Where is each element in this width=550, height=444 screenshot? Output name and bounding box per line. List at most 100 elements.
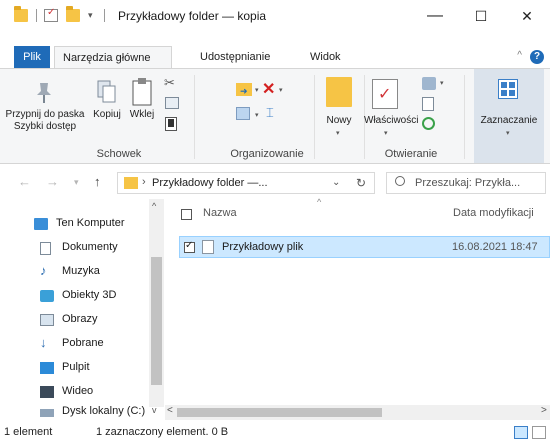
- music-icon: ♪: [40, 263, 47, 278]
- folder-icon[interactable]: [14, 6, 28, 22]
- drive-icon: [40, 409, 54, 417]
- item-count: 1 element: [4, 426, 53, 438]
- row-checkbox[interactable]: [184, 240, 195, 253]
- paste-icon[interactable]: [130, 77, 154, 107]
- back-icon[interactable]: ←: [18, 174, 31, 189]
- nav-item-label: Obrazy: [62, 313, 98, 325]
- nav-item-3d-objects[interactable]: Obiekty 3D: [0, 285, 148, 307]
- tab-file[interactable]: Plik: [14, 46, 50, 68]
- address-row: ← → ▾ ↑ › Przykładowy folder —... ⌄ ↻ Pr…: [0, 168, 550, 198]
- pin-quick-access-label-2[interactable]: Szybki dostęp: [4, 121, 86, 133]
- address-bar[interactable]: › Przykładowy folder —... ⌄ ↻: [117, 172, 375, 194]
- collapse-ribbon-icon[interactable]: ^: [517, 50, 522, 61]
- pin-quick-access-label[interactable]: Przypnij do paska: [4, 109, 86, 121]
- copy-to-icon[interactable]: [236, 107, 250, 120]
- select-grid-icon[interactable]: [498, 79, 518, 99]
- select-button[interactable]: Zaznaczanie: [474, 115, 544, 127]
- nav-item-downloads[interactable]: ↓ Pobrane: [0, 333, 148, 355]
- quick-access-dropdown-icon[interactable]: ▾: [88, 10, 93, 21]
- new-folder-icon[interactable]: [66, 6, 80, 22]
- history-icon[interactable]: [422, 117, 435, 130]
- tab-home[interactable]: Narzędzia główne: [54, 46, 172, 68]
- up-icon[interactable]: ↑: [94, 174, 101, 189]
- scroll-up-icon[interactable]: ^: [152, 201, 156, 211]
- large-icons-view-icon[interactable]: [532, 426, 546, 439]
- select-dropdown-icon[interactable]: ▾: [506, 129, 510, 137]
- nav-item-video[interactable]: Wideo: [0, 381, 148, 403]
- scrollbar-thumb[interactable]: [151, 257, 162, 385]
- paste-shortcut-icon[interactable]: [165, 117, 177, 131]
- navigation-pane: Ten Komputer Dokumenty ♪ Muzyka Obiekty …: [0, 199, 164, 407]
- scrollbar-thumb[interactable]: [177, 408, 382, 417]
- maximize-button[interactable]: ☐: [458, 0, 504, 32]
- close-button[interactable]: ✕: [504, 0, 550, 32]
- folder-icon: [124, 177, 138, 189]
- move-to-icon[interactable]: ➜: [236, 83, 252, 96]
- copy-icon[interactable]: [96, 79, 118, 105]
- delete-icon[interactable]: ✕: [262, 79, 275, 99]
- nav-item-label: Obiekty 3D: [62, 289, 117, 301]
- recent-dropdown-icon[interactable]: ▾: [74, 177, 79, 188]
- column-name[interactable]: Nazwa: [203, 207, 237, 219]
- nav-item-label: Wideo: [62, 385, 94, 397]
- table-row[interactable]: Przykładowy plik 16.08.2021 18:47: [179, 236, 550, 258]
- forward-icon[interactable]: →: [46, 174, 59, 189]
- scroll-right-icon[interactable]: >: [541, 405, 547, 416]
- properties-button[interactable]: Właściwości: [364, 115, 418, 127]
- sort-ascending-icon: ^: [317, 197, 322, 207]
- properties-icon[interactable]: ✓: [372, 79, 398, 109]
- tab-share[interactable]: Udostępnianie: [192, 46, 278, 68]
- minimize-button[interactable]: —: [412, 0, 458, 32]
- file-icon: [202, 240, 214, 254]
- nav-scrollbar[interactable]: ^: [149, 199, 164, 407]
- tab-view[interactable]: Widok: [302, 46, 349, 68]
- rename-icon[interactable]: ⌶: [266, 105, 274, 121]
- new-button[interactable]: Nowy: [318, 115, 360, 127]
- move-to-dropdown-icon[interactable]: ▾: [255, 86, 259, 94]
- breadcrumb-chevron-icon[interactable]: ›: [142, 176, 146, 188]
- copy-path-icon[interactable]: [165, 97, 179, 109]
- search-icon: [395, 176, 405, 186]
- scroll-down-icon[interactable]: v: [152, 405, 157, 415]
- divider: [36, 9, 37, 22]
- refresh-icon[interactable]: ↻: [356, 176, 366, 190]
- window-title: Przykładowy folder — kopia: [118, 9, 267, 23]
- select-all-checkbox[interactable]: [181, 209, 192, 220]
- column-date-modified[interactable]: Data modyfikacji: [453, 207, 534, 219]
- status-bar: 1 element 1 zaznaczony element. 0 B: [0, 422, 550, 444]
- properties-dropdown-icon[interactable]: ▾: [384, 129, 388, 137]
- nav-item-this-pc[interactable]: Ten Komputer: [0, 213, 148, 235]
- properties-check-icon[interactable]: ✓: [44, 7, 58, 22]
- open-group-label: Otwieranie: [384, 148, 438, 160]
- paste-button[interactable]: Wklej: [126, 109, 158, 121]
- address-dropdown-icon[interactable]: ⌄: [332, 177, 340, 188]
- copy-button[interactable]: Kopiuj: [88, 109, 126, 121]
- title-bar: ✓ ▾ Przykładowy folder — kopia — ☐ ✕: [0, 0, 550, 32]
- divider: [104, 9, 105, 22]
- open-icon[interactable]: [422, 77, 436, 90]
- file-modified-date: 16.08.2021 18:47: [452, 241, 538, 253]
- help-icon[interactable]: ?: [530, 50, 544, 64]
- open-dropdown-icon[interactable]: ▾: [440, 79, 444, 87]
- copy-to-dropdown-icon[interactable]: ▾: [255, 111, 259, 119]
- search-input[interactable]: Przeszukaj: Przykła...: [415, 177, 520, 189]
- scroll-left-icon[interactable]: <: [167, 405, 173, 416]
- new-folder-icon[interactable]: [326, 77, 352, 107]
- nav-item-pictures[interactable]: Obrazy: [0, 309, 148, 331]
- group-divider: [314, 75, 315, 159]
- horizontal-scrollbar[interactable]: < >: [165, 405, 550, 420]
- organize-group-label: Organizowanie: [230, 148, 304, 160]
- delete-dropdown-icon[interactable]: ▾: [279, 86, 283, 94]
- search-field[interactable]: Przeszukaj: Przykła...: [386, 172, 546, 194]
- nav-item-desktop[interactable]: Pulpit: [0, 357, 148, 379]
- nav-item-music[interactable]: ♪ Muzyka: [0, 261, 148, 283]
- file-name[interactable]: Przykładowy plik: [222, 241, 303, 253]
- new-dropdown-icon[interactable]: ▾: [336, 129, 340, 137]
- details-view-icon[interactable]: [514, 426, 528, 439]
- nav-item-documents[interactable]: Dokumenty: [0, 237, 148, 259]
- clipboard-group-label: Schowek: [96, 148, 142, 160]
- pin-icon[interactable]: [32, 79, 56, 105]
- edit-icon[interactable]: [422, 97, 434, 111]
- breadcrumb[interactable]: Przykładowy folder —...: [152, 177, 268, 189]
- cut-icon[interactable]: ✂: [164, 75, 175, 91]
